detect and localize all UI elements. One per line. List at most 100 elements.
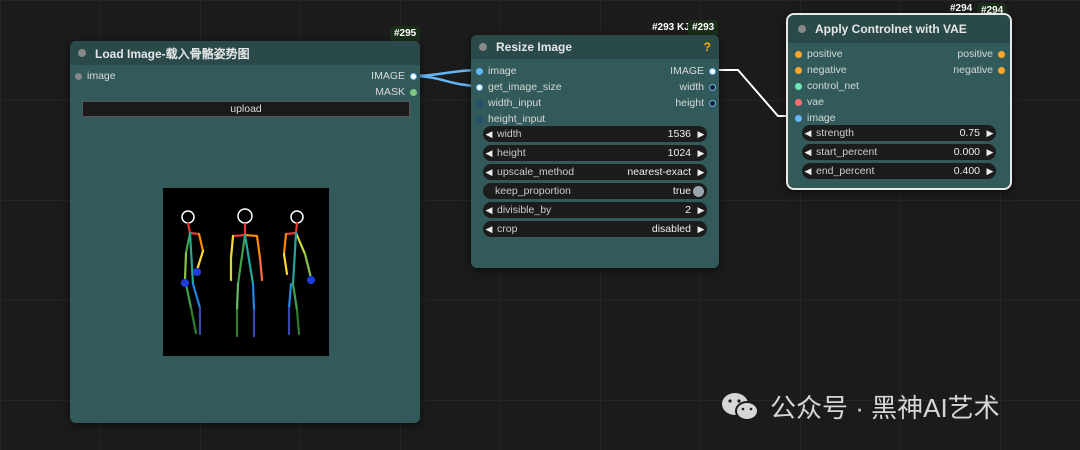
increment-arrow-icon[interactable]: ▶: [695, 224, 707, 235]
pose-figure: [180, 210, 205, 336]
node-header[interactable]: Resize Image ?: [471, 35, 719, 59]
output-port-icon[interactable]: [410, 72, 417, 80]
widget-value: 1024: [667, 147, 691, 159]
input-label: width_input: [488, 97, 542, 109]
output-width[interactable]: width: [679, 80, 716, 94]
input-port-icon[interactable]: [476, 99, 483, 107]
output-image[interactable]: IMAGE: [670, 64, 716, 78]
decrement-arrow-icon[interactable]: ◀: [483, 167, 495, 178]
increment-arrow-icon[interactable]: ▶: [695, 205, 707, 216]
node-id-badge: #295: [390, 26, 421, 42]
input-label: image: [807, 112, 836, 124]
collapse-dot-icon[interactable]: [479, 43, 487, 51]
widget-start-percent[interactable]: ◀ start_percent 0.000 ▶: [802, 144, 996, 160]
input-get-image-size[interactable]: get_image_size: [476, 80, 562, 94]
input-label: image: [488, 65, 517, 77]
input-image[interactable]: image: [795, 111, 836, 125]
input-vae[interactable]: vae: [795, 95, 824, 109]
widget-value: true: [672, 185, 691, 197]
decrement-arrow-icon[interactable]: ◀: [483, 148, 495, 159]
decrement-arrow-icon[interactable]: ◀: [802, 166, 814, 177]
node-header[interactable]: Apply Controlnet with VAE: [788, 15, 1010, 43]
output-port-icon[interactable]: [998, 50, 1005, 58]
help-icon[interactable]: ?: [704, 40, 711, 54]
apply-controlnet-node[interactable]: Apply Controlnet with VAE positive negat…: [786, 13, 1012, 190]
increment-arrow-icon[interactable]: ▶: [984, 147, 996, 158]
decrement-arrow-icon[interactable]: ◀: [483, 205, 495, 216]
widget-label: upscale_method: [497, 166, 575, 178]
upload-button[interactable]: upload: [82, 101, 410, 117]
widget-value: 0.000: [953, 146, 980, 158]
input-label: control_net: [807, 80, 859, 92]
widget-label: start_percent: [816, 146, 878, 158]
input-label: positive: [807, 48, 843, 60]
increment-arrow-icon[interactable]: ▶: [695, 167, 707, 178]
node-title: Apply Controlnet with VAE: [815, 22, 967, 36]
output-image[interactable]: IMAGE: [371, 69, 417, 83]
link-image-to-resize: [413, 68, 480, 78]
node-id-badge: #293: [688, 20, 719, 36]
input-port-icon[interactable]: [75, 72, 82, 80]
input-port-icon[interactable]: [476, 67, 483, 75]
load-image-node[interactable]: Load Image-载入骨骼姿势图 image IMAGE MASK uplo…: [70, 41, 420, 423]
node-title: Resize Image: [496, 40, 573, 54]
output-mask[interactable]: MASK: [375, 85, 417, 99]
collapse-dot-icon[interactable]: [78, 49, 86, 57]
widget-label: width: [497, 128, 522, 140]
decrement-arrow-icon[interactable]: ◀: [802, 147, 814, 158]
widget-end-percent[interactable]: ◀ end_percent 0.400 ▶: [802, 163, 996, 179]
widget-strength[interactable]: ◀ strength 0.75 ▶: [802, 125, 996, 141]
input-negative[interactable]: negative: [795, 63, 847, 77]
input-image[interactable]: image: [476, 64, 517, 78]
input-label: vae: [807, 96, 824, 108]
increment-arrow-icon[interactable]: ▶: [984, 166, 996, 177]
output-label: positive: [957, 48, 993, 60]
input-port-icon[interactable]: [795, 114, 802, 122]
widget-value: 0.400: [953, 165, 980, 177]
output-port-icon[interactable]: [998, 66, 1005, 74]
toggle-keep-proportion[interactable]: keep_proportion true: [483, 183, 707, 199]
widget-upscale-method[interactable]: ◀ upscale_method nearest-exact ▶: [483, 164, 707, 180]
decrement-arrow-icon[interactable]: ◀: [483, 224, 495, 235]
output-port-icon[interactable]: [709, 99, 716, 107]
output-negative[interactable]: negative: [953, 63, 1005, 77]
input-port-icon[interactable]: [795, 50, 802, 58]
resize-image-node[interactable]: Resize Image ? image get_image_size widt…: [471, 35, 719, 268]
output-label: MASK: [375, 86, 405, 98]
decrement-arrow-icon[interactable]: ◀: [802, 128, 814, 139]
input-width[interactable]: width_input: [476, 96, 541, 110]
output-positive[interactable]: positive: [957, 47, 1005, 61]
input-label: get_image_size: [488, 81, 562, 93]
widget-width[interactable]: ◀ width 1536 ▶: [483, 126, 707, 142]
widget-divisible-by[interactable]: ◀ divisible_by 2 ▶: [483, 202, 707, 218]
collapse-dot-icon[interactable]: [798, 25, 806, 33]
node-header[interactable]: Load Image-载入骨骼姿势图: [70, 41, 420, 65]
increment-arrow-icon[interactable]: ▶: [984, 128, 996, 139]
output-port-icon[interactable]: [709, 83, 716, 91]
input-port-icon[interactable]: [476, 83, 483, 91]
widget-label: strength: [816, 127, 854, 139]
input-port-icon[interactable]: [476, 115, 483, 123]
widget-crop[interactable]: ◀ crop disabled ▶: [483, 221, 707, 237]
input-control-net[interactable]: control_net: [795, 79, 859, 93]
input-label: image: [87, 70, 116, 82]
decrement-arrow-icon[interactable]: ◀: [483, 129, 495, 140]
input-port-icon[interactable]: [795, 66, 802, 74]
toggle-knob-icon[interactable]: [693, 185, 704, 197]
increment-arrow-icon[interactable]: ▶: [695, 129, 707, 140]
input-port-icon[interactable]: [795, 82, 802, 90]
increment-arrow-icon[interactable]: ▶: [695, 148, 707, 159]
pose-preview-image: [163, 188, 329, 356]
watermark: 公众号 · 黑神AI艺术: [720, 388, 1000, 425]
pose-figure: [229, 208, 264, 338]
input-height[interactable]: height_input: [476, 112, 545, 126]
widget-height[interactable]: ◀ height 1024 ▶: [483, 145, 707, 161]
widget-label: keep_proportion: [495, 185, 571, 197]
input-positive[interactable]: positive: [795, 47, 843, 61]
output-label: IMAGE: [371, 70, 405, 82]
output-port-icon[interactable]: [410, 88, 417, 96]
output-port-icon[interactable]: [709, 67, 716, 75]
output-height[interactable]: height: [675, 96, 716, 110]
input-image[interactable]: image: [75, 69, 116, 83]
input-port-icon[interactable]: [795, 98, 802, 106]
